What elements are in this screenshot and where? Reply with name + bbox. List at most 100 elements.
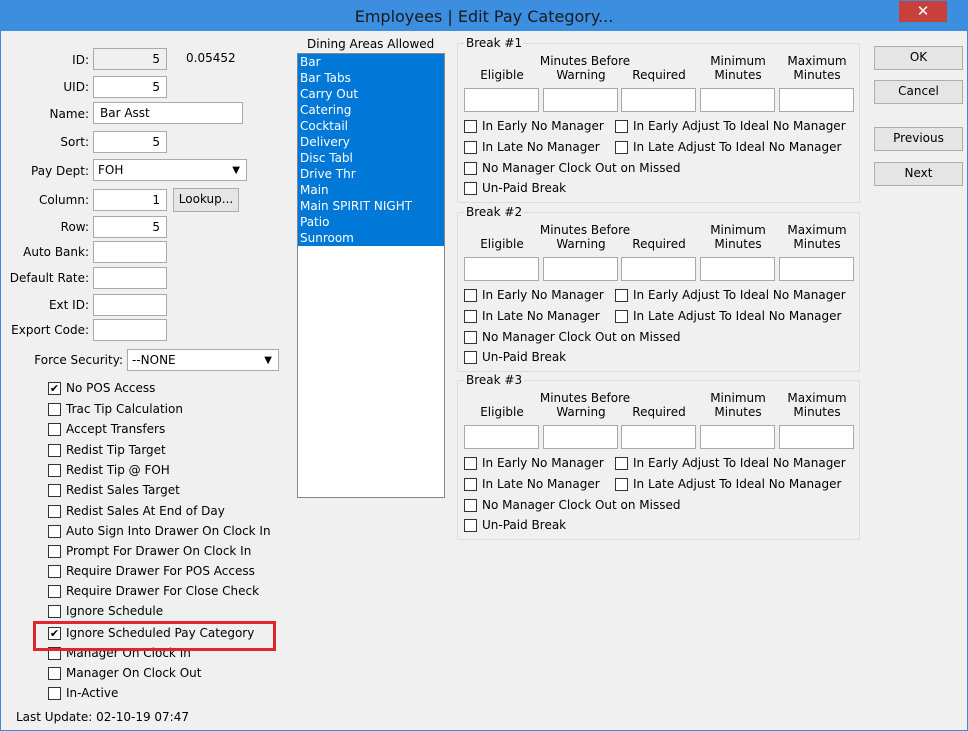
checkbox-icon[interactable] [48, 423, 61, 436]
next-button[interactable]: Next [874, 162, 963, 186]
export-code-label: Export Code: [11, 323, 89, 337]
cancel-button[interactable]: Cancel [874, 80, 963, 104]
auto-bank-label: Auto Bank: [23, 245, 89, 259]
checkbox-label: Redist Sales Target [66, 483, 180, 497]
col-minutes-max: Minutes [793, 237, 841, 251]
checkbox-label: Accept Transfers [66, 422, 166, 436]
checkbox-icon[interactable] [615, 478, 628, 491]
checkbox-icon[interactable] [48, 545, 61, 558]
list-item[interactable]: Carry Out [298, 86, 444, 102]
break-max-minutes-field[interactable] [779, 257, 854, 281]
uid-field[interactable]: 5 [93, 76, 167, 98]
checkbox-icon[interactable] [48, 667, 61, 680]
pay-dept-select[interactable]: FOH ▼ [93, 159, 247, 181]
checkbox-label: No Manager Clock Out on Missed [482, 161, 681, 175]
name-field[interactable]: Bar Asst [93, 102, 243, 124]
col-eligible: Eligible [480, 405, 524, 419]
checkbox-icon[interactable] [464, 519, 477, 532]
col-minimum: Minimum [710, 223, 766, 237]
list-item[interactable]: Bar Tabs [298, 70, 444, 86]
break-required-field[interactable] [621, 257, 696, 281]
break-max-minutes-field[interactable] [779, 88, 854, 112]
break-min-minutes-field[interactable] [700, 88, 775, 112]
auto-bank-field[interactable] [93, 241, 167, 263]
checkbox-icon[interactable] [48, 484, 61, 497]
checkbox-icon[interactable] [48, 687, 61, 700]
default-rate-field[interactable] [93, 267, 167, 289]
break-warning-field[interactable] [543, 88, 618, 112]
break-1-title: Break #1 [464, 36, 525, 50]
ext-id-field[interactable] [93, 294, 167, 316]
checkbox-icon[interactable] [464, 162, 477, 175]
list-item[interactable]: Patio [298, 214, 444, 230]
break-required-field[interactable] [621, 425, 696, 449]
id-extra-value: 0.05452 [186, 51, 236, 65]
checkbox-icon[interactable] [464, 310, 477, 323]
checkbox-icon[interactable] [615, 141, 628, 154]
column-label: Column: [39, 193, 89, 207]
checkbox-icon[interactable] [464, 457, 477, 470]
checkbox-label: In Early Adjust To Ideal No Manager [633, 119, 846, 133]
break-required-field[interactable] [621, 88, 696, 112]
checkbox-icon[interactable] [615, 457, 628, 470]
checkbox-label: In Late No Manager [482, 477, 600, 491]
list-item[interactable]: Main [298, 182, 444, 198]
checkbox-icon[interactable] [48, 565, 61, 578]
checkbox-icon[interactable] [48, 585, 61, 598]
previous-button[interactable]: Previous [874, 127, 963, 151]
title-bar[interactable]: Employees | Edit Pay Category... ✕ [1, 1, 967, 31]
checkbox-icon[interactable] [464, 331, 477, 344]
ok-button[interactable]: OK [874, 46, 963, 70]
break-eligible-field[interactable] [464, 88, 539, 112]
break-eligible-field[interactable] [464, 425, 539, 449]
break-min-minutes-field[interactable] [700, 425, 775, 449]
checkbox-icon[interactable] [48, 605, 61, 618]
checkbox-icon[interactable] [464, 141, 477, 154]
list-item[interactable]: Bar [298, 54, 444, 70]
break-warning-field[interactable] [543, 257, 618, 281]
checkbox-icon[interactable] [48, 505, 61, 518]
col-required: Required [632, 68, 686, 82]
checkbox-icon[interactable]: ✔ [48, 382, 61, 395]
checkbox-icon[interactable] [615, 310, 628, 323]
checkbox-icon[interactable] [48, 525, 61, 538]
col-minimum: Minimum [710, 54, 766, 68]
col-required: Required [632, 237, 686, 251]
checkbox-icon[interactable] [615, 289, 628, 302]
checkbox-icon[interactable] [464, 499, 477, 512]
break-eligible-field[interactable] [464, 257, 539, 281]
checkbox-icon[interactable] [464, 478, 477, 491]
checkbox-icon[interactable] [464, 351, 477, 364]
checkbox-label: Redist Tip @ FOH [66, 463, 170, 477]
checkbox-label: Require Drawer For Close Check [66, 584, 260, 598]
checkbox-icon[interactable] [464, 120, 477, 133]
list-item[interactable]: Drive Thr [298, 166, 444, 182]
col-warning: Warning [556, 405, 606, 419]
close-button[interactable]: ✕ [899, 1, 947, 22]
row-field[interactable]: 5 [93, 216, 167, 238]
checkbox-icon[interactable] [464, 182, 477, 195]
export-code-field[interactable] [93, 319, 167, 341]
checkbox-icon[interactable] [464, 289, 477, 302]
break-3-group: Break #3 Eligible Minutes Before Warning… [457, 373, 860, 540]
break-min-minutes-field[interactable] [700, 257, 775, 281]
column-field[interactable]: 1 [93, 189, 167, 211]
list-item[interactable]: Catering [298, 102, 444, 118]
col-minimum: Minimum [710, 391, 766, 405]
force-security-select[interactable]: --NONE ▼ [127, 349, 279, 371]
lookup-button[interactable]: Lookup... [173, 188, 239, 212]
checkbox-icon[interactable] [615, 120, 628, 133]
checkbox-icon[interactable] [48, 464, 61, 477]
list-item[interactable]: Cocktail [298, 118, 444, 134]
dining-areas-listbox[interactable]: Bar Bar Tabs Carry Out Catering Cocktail… [297, 53, 445, 498]
checkbox-icon[interactable] [48, 403, 61, 416]
break-warning-field[interactable] [543, 425, 618, 449]
list-item[interactable]: Sunroom [298, 230, 444, 246]
list-item[interactable]: Disc Tabl [298, 150, 444, 166]
sort-field[interactable]: 5 [93, 131, 167, 153]
checkbox-icon[interactable] [48, 444, 61, 457]
id-label: ID: [72, 53, 89, 67]
break-max-minutes-field[interactable] [779, 425, 854, 449]
list-item[interactable]: Delivery [298, 134, 444, 150]
list-item[interactable]: Main SPIRIT NIGHT [298, 198, 444, 214]
